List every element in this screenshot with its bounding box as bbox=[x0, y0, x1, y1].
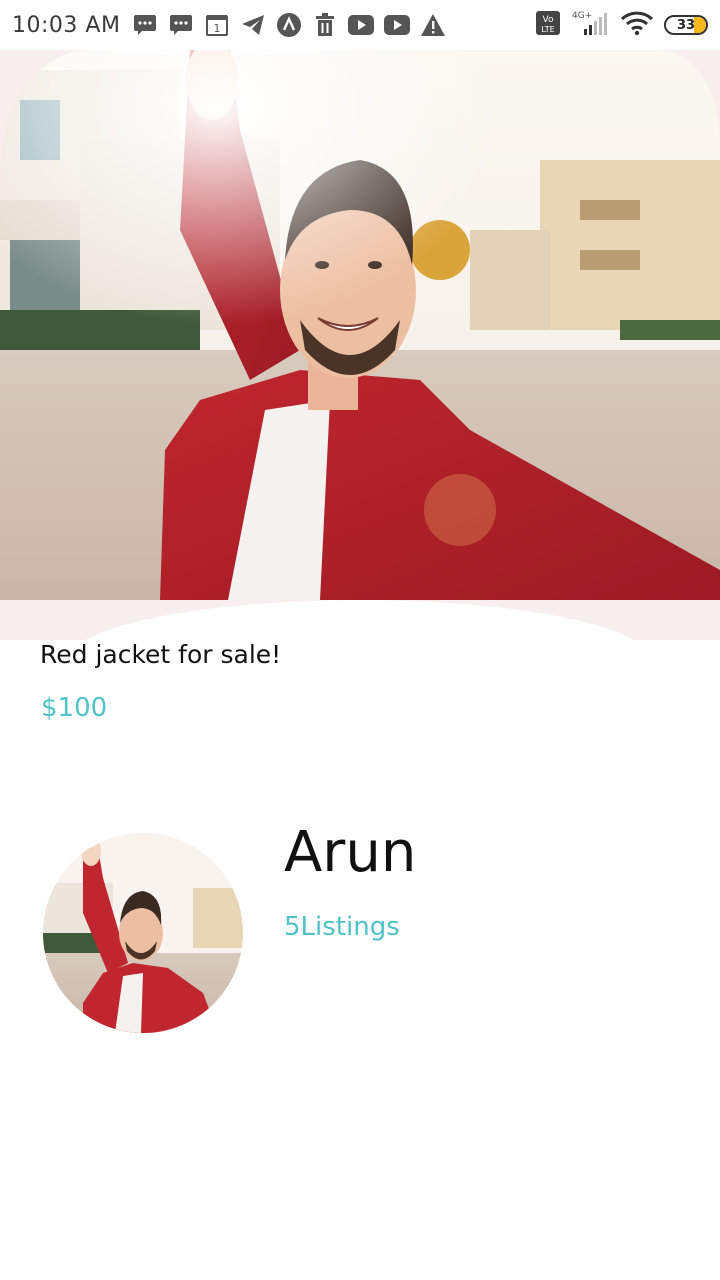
listing-title: Red jacket for sale! bbox=[40, 640, 282, 669]
trash-icon bbox=[312, 12, 338, 38]
youtube-icon bbox=[384, 12, 411, 38]
listing-photo-container bbox=[0, 50, 720, 640]
seller-name: Arun bbox=[284, 820, 417, 885]
status-bar: 10:03 AM 1 Vo LTE 4G+ 33 bbox=[0, 0, 720, 50]
notification-icons: 1 bbox=[132, 12, 446, 38]
screen: 10:03 AM 1 Vo LTE 4G+ 33 Red jacket for … bbox=[0, 0, 720, 1280]
battery-icon: 33 bbox=[664, 15, 708, 35]
warning-icon bbox=[420, 12, 446, 38]
telegram-icon bbox=[240, 12, 266, 38]
card-curve bbox=[70, 600, 650, 640]
youtube-icon bbox=[348, 12, 375, 38]
volte-icon: Vo LTE bbox=[536, 11, 560, 39]
seller-listings-count[interactable]: 5Listings bbox=[284, 912, 400, 942]
signal-icon: 4G+ bbox=[570, 9, 610, 41]
seller-avatar[interactable] bbox=[43, 833, 243, 1033]
message-icon bbox=[132, 12, 158, 38]
arc-icon bbox=[276, 12, 302, 38]
status-time: 10:03 AM bbox=[12, 12, 121, 38]
message-icon bbox=[168, 12, 194, 38]
status-right: Vo LTE 4G+ 33 bbox=[536, 9, 708, 41]
svg-text:4G+: 4G+ bbox=[572, 11, 592, 21]
listing-price: $100 bbox=[41, 693, 108, 723]
svg-text:LTE: LTE bbox=[541, 25, 554, 34]
wifi-icon bbox=[620, 10, 654, 40]
listing-photo[interactable] bbox=[0, 50, 720, 600]
svg-text:Vo: Vo bbox=[543, 15, 554, 25]
battery-level: 33 bbox=[676, 17, 696, 33]
svg-text:1: 1 bbox=[214, 22, 221, 35]
calendar-icon: 1 bbox=[204, 12, 230, 38]
